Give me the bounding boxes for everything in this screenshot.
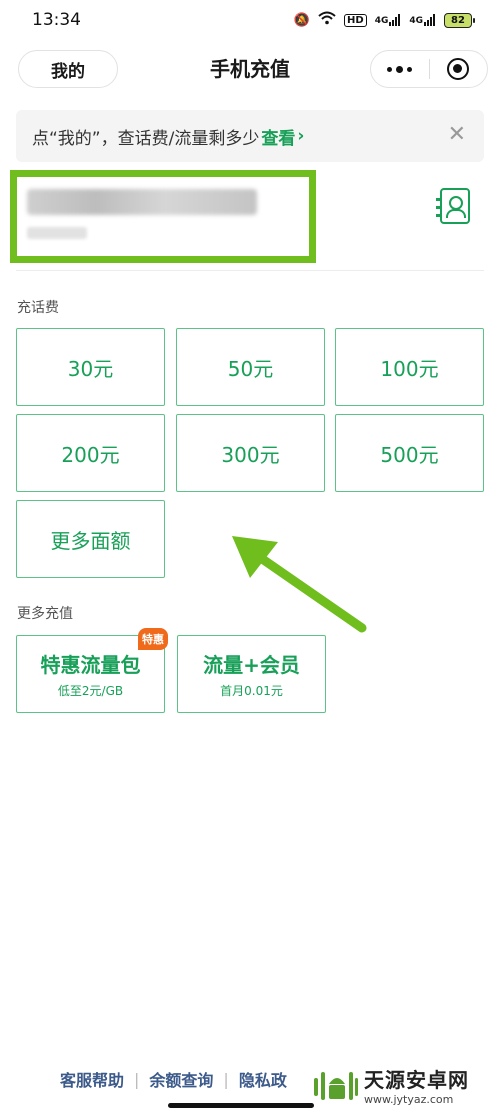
home-indicator[interactable]	[168, 1103, 314, 1108]
close-miniprogram-button[interactable]	[430, 58, 488, 80]
phone-number-field[interactable]	[10, 170, 316, 263]
watermark: 天源安卓网 www.jytyaz.com	[308, 1058, 500, 1111]
data-pack-title: 特惠流量包	[40, 653, 141, 677]
contacts-icon[interactable]	[436, 188, 470, 224]
balance-query-link[interactable]: 余额查询	[149, 1067, 213, 1091]
amount-option[interactable]: 100元	[335, 328, 484, 406]
more-menu-button[interactable]	[371, 65, 429, 73]
watermark-url: www.jytyaz.com	[364, 1092, 454, 1106]
target-icon	[447, 58, 470, 80]
data-membership-title: 流量+会员	[203, 653, 300, 677]
battery-icon: 82	[444, 12, 475, 28]
annotation-arrow-icon	[232, 536, 367, 633]
status-time: 13:34	[32, 10, 81, 30]
amount-option[interactable]: 30元	[16, 328, 165, 406]
amount-option[interactable]: 50元	[176, 328, 325, 406]
carrier-info-blurred	[27, 227, 87, 239]
wifi-icon	[318, 11, 336, 29]
tip-banner: 点“我的”，查话费/流量剩多少 查看 › ✕	[16, 110, 484, 162]
data-pack-subtitle: 低至2元/GB	[57, 684, 124, 698]
status-icons: 🔕 HD 4G 4G 82	[293, 11, 475, 29]
data-membership-subtitle: 首月0.01元	[220, 684, 283, 698]
status-bar: 13:34 🔕 HD 4G 4G 82	[0, 0, 500, 40]
tip-text: 点“我的”，查话费/流量剩多少	[32, 128, 260, 149]
amount-option[interactable]: 500元	[335, 414, 484, 492]
watermark-title: 天源安卓网	[364, 1067, 469, 1092]
signal-icon-2: 4G	[409, 14, 436, 26]
me-button[interactable]: 我的	[18, 50, 118, 88]
close-icon[interactable]: ✕	[448, 122, 466, 147]
amount-option[interactable]: 300元	[176, 414, 325, 492]
footer-links: 客服帮助 | 余额查询 | 隐私政	[60, 1064, 287, 1094]
mute-icon: 🔕	[293, 12, 311, 28]
signal-icon-1: 4G	[375, 14, 402, 26]
nav-bar: 我的 手机充值	[0, 50, 500, 90]
data-membership-button[interactable]: 流量+会员 首月0.01元	[177, 635, 326, 713]
privacy-policy-link[interactable]: 隐私政	[239, 1067, 287, 1091]
amount-option[interactable]: 200元	[16, 414, 165, 492]
hd-icon: HD	[344, 13, 367, 27]
chevron-right-icon: ›	[297, 126, 305, 146]
customer-help-link[interactable]: 客服帮助	[60, 1067, 124, 1091]
data-pack-button[interactable]: 特惠流量包 低至2元/GB 特惠	[16, 628, 168, 713]
android-logo-icon	[314, 1071, 358, 1100]
phone-number-blurred	[27, 189, 257, 215]
divider	[16, 270, 484, 271]
more-dots-icon	[387, 66, 393, 72]
discount-badge: 特惠	[138, 628, 168, 650]
miniprogram-capsule	[370, 50, 488, 88]
more-amounts-button[interactable]: 更多面额	[16, 500, 165, 578]
more-recharge-section-label: 更多充值	[17, 606, 73, 622]
recharge-section-label: 充话费	[17, 300, 59, 316]
tip-view-link[interactable]: 查看	[261, 124, 295, 149]
